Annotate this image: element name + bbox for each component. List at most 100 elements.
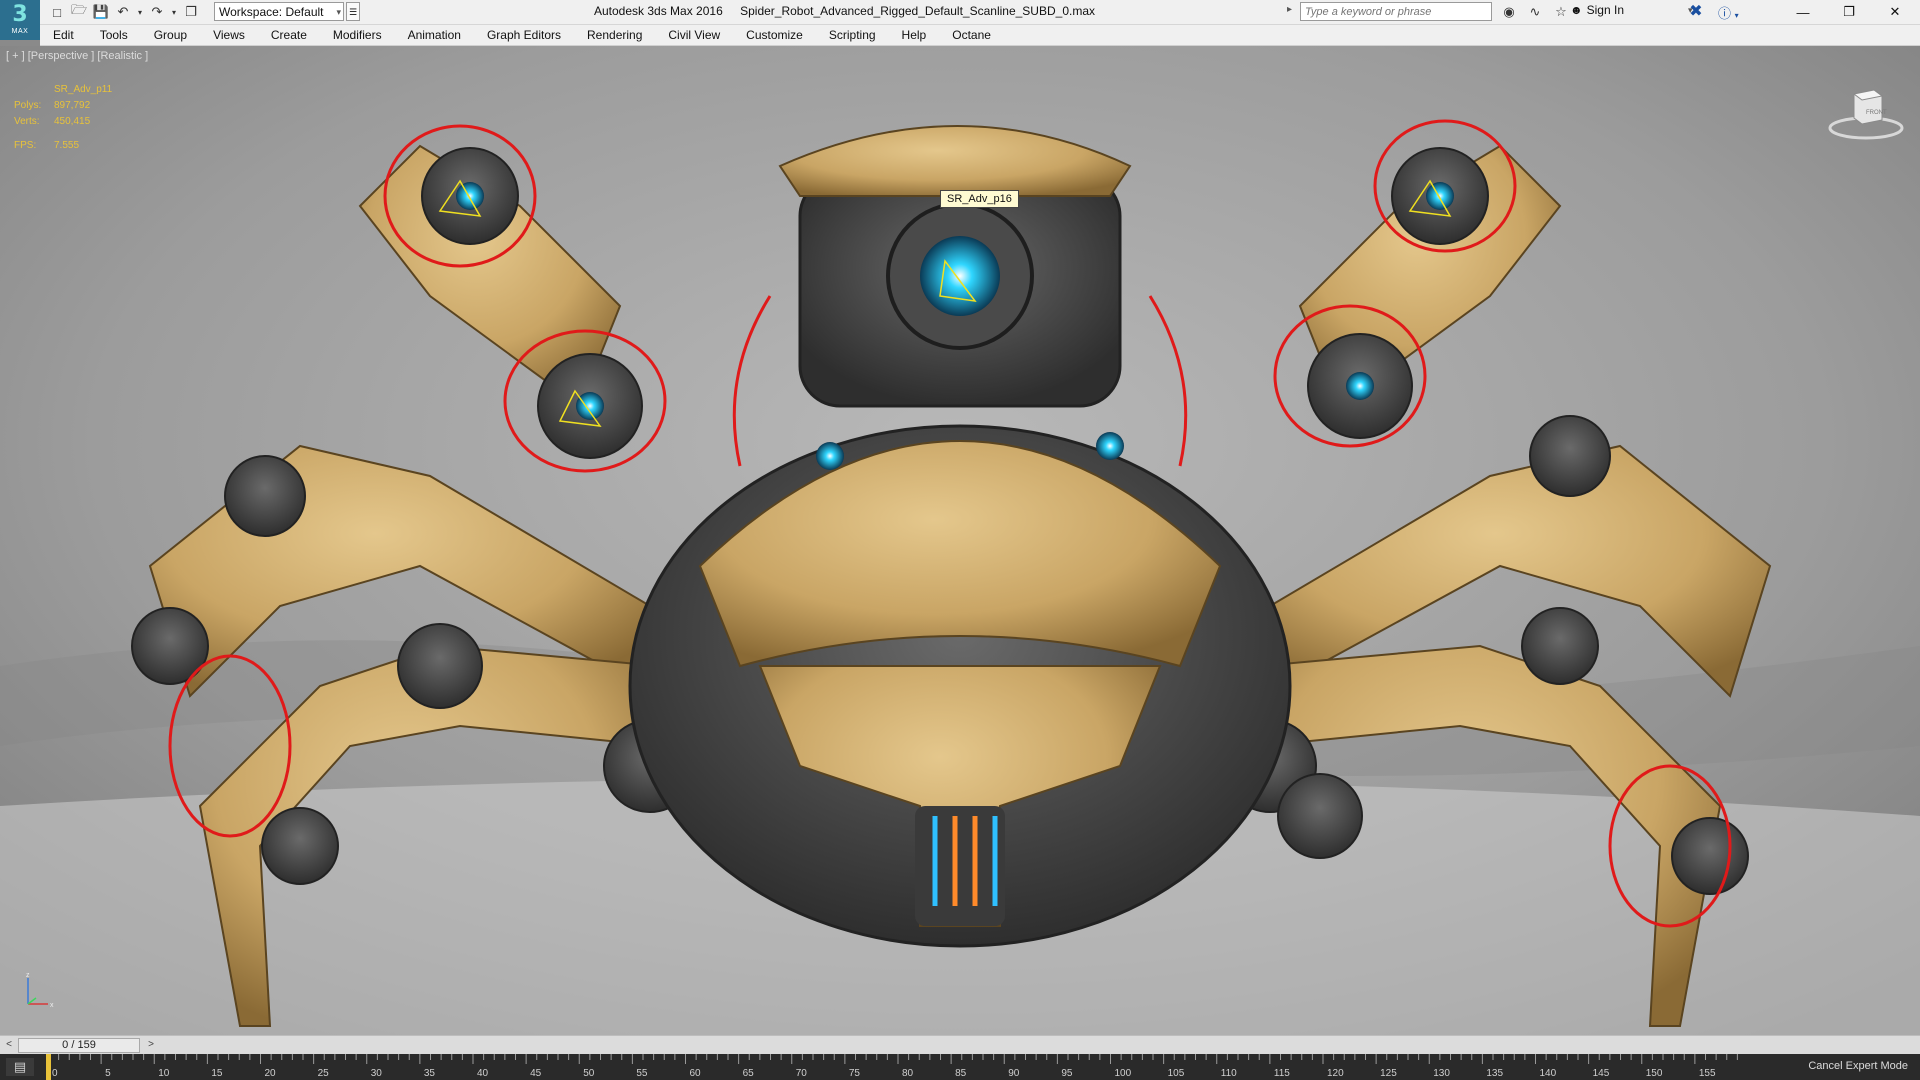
menu-modifiers[interactable]: Modifiers xyxy=(320,28,395,42)
chevron-right-icon[interactable]: > xyxy=(144,1038,158,1052)
app-menu-button[interactable]: 3 MAX xyxy=(0,0,40,40)
ruler-tick-label: 115 xyxy=(1274,1068,1290,1079)
search-box[interactable]: ▸ xyxy=(1287,2,1492,21)
workspace-options-button[interactable]: ☰ xyxy=(346,2,360,21)
menu-civil-view[interactable]: Civil View xyxy=(655,28,733,42)
ruler-tick-label: 130 xyxy=(1433,1068,1450,1079)
ruler-tick-label: 60 xyxy=(690,1068,702,1079)
title-bar: □ 🗁 💾 ↶ ▾ ↷ ▾ ❐ Workspace: Default ▾ ☰ A… xyxy=(0,0,1920,25)
menu-views[interactable]: Views xyxy=(200,28,258,42)
ruler-tick-label: 85 xyxy=(955,1068,967,1079)
file-title: Spider_Robot_Advanced_Rigged_Default_Sca… xyxy=(740,4,1095,18)
ruler-tick-label: 95 xyxy=(1061,1068,1073,1079)
menu-animation[interactable]: Animation xyxy=(395,28,474,42)
chevron-down-icon: ▾ xyxy=(336,7,341,17)
ruler-tick-label: 90 xyxy=(1008,1068,1020,1079)
viewcube[interactable]: FRONT xyxy=(1826,82,1906,142)
menu-create[interactable]: Create xyxy=(258,28,320,42)
app-title: Autodesk 3ds Max 2016 xyxy=(594,4,723,18)
ruler-tick-label: 40 xyxy=(477,1068,489,1079)
ruler-tick-label: 135 xyxy=(1486,1068,1503,1079)
axis-z-label: z xyxy=(26,972,30,979)
exchange-apps-icon[interactable]: ✖ xyxy=(1686,2,1706,22)
ruler-tick-label: 65 xyxy=(743,1068,755,1079)
binoculars-icon[interactable]: ◉ xyxy=(1500,3,1518,21)
sign-in-button[interactable]: ☻ Sign In ▾ xyxy=(1570,3,1693,17)
ruler-tick-label: 145 xyxy=(1593,1068,1610,1079)
ruler-tick-label: 35 xyxy=(424,1068,436,1079)
undo-icon[interactable]: ↶ xyxy=(114,3,132,21)
new-file-icon[interactable]: □ xyxy=(48,3,66,21)
time-slider-bar: < 0 / 159 > xyxy=(0,1035,1920,1055)
workspace-dropdown[interactable]: Workspace: Default ▾ xyxy=(214,2,344,21)
ruler-tick-label: 140 xyxy=(1540,1068,1557,1079)
user-icon: ☻ xyxy=(1570,3,1583,17)
time-slider[interactable]: 0 / 159 xyxy=(18,1038,140,1053)
3ds-max-logo-icon: 3 xyxy=(12,2,28,27)
chevron-right-icon[interactable]: ▸ xyxy=(1287,4,1292,15)
selected-object-name: SR_Adv_p11 xyxy=(54,84,113,95)
close-icon[interactable]: ✕ xyxy=(1872,0,1918,24)
minimize-icon[interactable]: — xyxy=(1780,0,1826,24)
menu-scripting[interactable]: Scripting xyxy=(816,28,889,42)
menu-edit[interactable]: Edit xyxy=(40,28,87,42)
ruler-tick-label: 0 xyxy=(52,1068,58,1079)
undo-dropdown-icon[interactable]: ▾ xyxy=(136,3,144,21)
restore-icon[interactable]: ❐ xyxy=(1826,0,1872,24)
ruler-tick-label: 100 xyxy=(1115,1068,1132,1079)
cancel-expert-mode-button[interactable]: Cancel Expert Mode xyxy=(1808,1060,1908,1072)
open-folder-icon[interactable]: 🗁 xyxy=(70,2,88,21)
ruler-tick-label: 25 xyxy=(318,1068,330,1079)
star-icon[interactable]: ☆ xyxy=(1552,3,1570,21)
current-frame-marker[interactable] xyxy=(46,1054,51,1080)
sign-in-label: Sign In xyxy=(1586,3,1624,17)
project-folder-icon[interactable]: ❐ xyxy=(182,3,200,21)
menu-customize[interactable]: Customize xyxy=(733,28,816,42)
search-input[interactable] xyxy=(1301,3,1491,20)
axis-tripod: z x xyxy=(26,972,54,1009)
polys-value: 897,792 xyxy=(54,100,91,111)
subscription-icon[interactable]: ∿ xyxy=(1526,3,1544,21)
menu-group[interactable]: Group xyxy=(141,28,200,42)
menu-help[interactable]: Help xyxy=(889,28,940,42)
ruler-tick-label: 55 xyxy=(636,1068,648,1079)
ruler-tick-label: 125 xyxy=(1380,1068,1397,1079)
ruler-tick-label: 50 xyxy=(583,1068,595,1079)
ruler-tick-label: 150 xyxy=(1646,1068,1663,1079)
menu-graph-editors[interactable]: Graph Editors xyxy=(474,28,574,42)
window-title: Autodesk 3ds Max 2016 Spider_Robot_Advan… xyxy=(594,4,1095,18)
verts-value: 450,415 xyxy=(54,116,91,127)
viewport-label[interactable]: [ + ] [Perspective ] [Realistic ] xyxy=(6,50,148,62)
ruler-tick-label: 120 xyxy=(1327,1068,1344,1079)
ruler-tick-label: 15 xyxy=(211,1068,223,1079)
timeline-ruler[interactable]: 0 5 10 15 20 25 30 35 40 45 50 55 60 65 70 75 80 85 90 95 10… xyxy=(44,1054,1744,1080)
object-tooltip: SR_Adv_p16 xyxy=(940,190,1019,208)
fps-label: FPS: xyxy=(14,140,37,151)
menu-rendering[interactable]: Rendering xyxy=(574,28,655,42)
ruler-tick-label: 75 xyxy=(849,1068,861,1079)
save-icon[interactable]: 💾 xyxy=(92,3,110,21)
verts-label: Verts: xyxy=(14,116,40,127)
ruler-tick-label: 5 xyxy=(105,1068,111,1079)
infocenter-tools: ◉ ∿ ☆ xyxy=(1500,3,1570,21)
menu-bar: Edit Tools Group Views Create Modifiers … xyxy=(40,25,1920,46)
redo-icon[interactable]: ↷ xyxy=(148,3,166,21)
ruler-tick-label: 20 xyxy=(265,1068,277,1079)
ruler-tick-label: 10 xyxy=(158,1068,170,1079)
ruler-tick-label: 80 xyxy=(902,1068,914,1079)
track-bar[interactable]: ▤ 0 5 10 15 20 25 30 35 40 45 50 55 60 65 70 75 80 85 90 95… xyxy=(0,1054,1920,1080)
perspective-viewport[interactable]: [ + ] [Perspective ] [Realistic ] SR_Adv… xyxy=(0,46,1920,1035)
ruler-tick-label: 105 xyxy=(1168,1068,1185,1079)
logo-label: MAX xyxy=(11,28,29,35)
ruler-tick-label: 110 xyxy=(1221,1068,1237,1079)
mini-curve-editor-icon[interactable]: ▤ xyxy=(6,1058,34,1076)
chevron-left-icon[interactable]: < xyxy=(2,1038,16,1052)
help-icon[interactable]: ⓘ ▾ xyxy=(1718,3,1739,22)
viewcube-face-label: FRONT xyxy=(1866,110,1887,116)
viewport-statistics: SR_Adv_p11 Polys: 897,792 Verts: 450,415… xyxy=(14,82,112,154)
quick-access-toolbar: □ 🗁 💾 ↶ ▾ ↷ ▾ ❐ xyxy=(48,2,200,21)
menu-tools[interactable]: Tools xyxy=(87,28,141,42)
menu-octane[interactable]: Octane xyxy=(939,28,1004,42)
ruler-tick-label: 155 xyxy=(1699,1068,1716,1079)
redo-dropdown-icon[interactable]: ▾ xyxy=(170,3,178,21)
